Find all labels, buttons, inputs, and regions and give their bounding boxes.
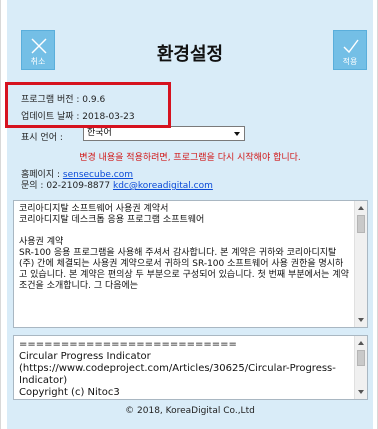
restart-warning: 변경 내용을 적용하려면, 프로그램을 다시 시작해야 합니다. [79, 153, 301, 163]
license-textbox[interactable]: 코리아디지탈 소프트웨어 사용권 계약서 코리아디지탈 데스크톱 응용 프로그램… [13, 200, 368, 328]
version-highlight-box [5, 82, 171, 128]
license-scrollbar[interactable] [354, 201, 367, 327]
scroll-down-icon[interactable] [358, 318, 364, 322]
language-select[interactable]: 한국어 [83, 126, 245, 141]
license-text: 코리아디지탈 소프트웨어 사용권 계약서 코리아디지탈 데스크톱 응용 프로그램… [19, 204, 349, 291]
phone-number: 02-2109-8877 [46, 181, 111, 191]
settings-panel: 취소 환경설정 적용 프로그램 버전 : 0.9.6 업데이트 날짜 : 201… [7, 0, 373, 429]
credits-scrollbar[interactable] [354, 336, 367, 399]
contact-label: 문의 : [21, 181, 44, 191]
scroll-thumb[interactable] [357, 215, 365, 233]
credits-text: ========================== Circular Prog… [19, 339, 336, 398]
scroll-up-icon[interactable] [358, 341, 364, 345]
scroll-thumb[interactable] [357, 350, 365, 366]
copyright-footer: © 2018, KoreaDigital Co.,Ltd [125, 406, 255, 416]
credits-textbox[interactable]: ========================== Circular Prog… [13, 335, 368, 400]
check-icon [343, 39, 359, 54]
contact-row: 문의 : 02-2109-8877 kdc@koreadigital.com [21, 178, 213, 191]
language-selected-value: 한국어 [87, 128, 112, 138]
apply-button[interactable]: 적용 [333, 30, 367, 70]
language-label: 표시 언어 : [21, 133, 63, 143]
scroll-up-icon[interactable] [358, 206, 364, 210]
page-title: 환경설정 [156, 44, 224, 65]
email-link[interactable]: kdc@koreadigital.com [113, 181, 213, 191]
scroll-down-icon[interactable] [358, 390, 364, 394]
settings-window: 취소 환경설정 적용 프로그램 버전 : 0.9.6 업데이트 날짜 : 201… [0, 0, 378, 429]
apply-label: 적용 [342, 57, 358, 66]
chevron-down-icon [234, 132, 240, 136]
